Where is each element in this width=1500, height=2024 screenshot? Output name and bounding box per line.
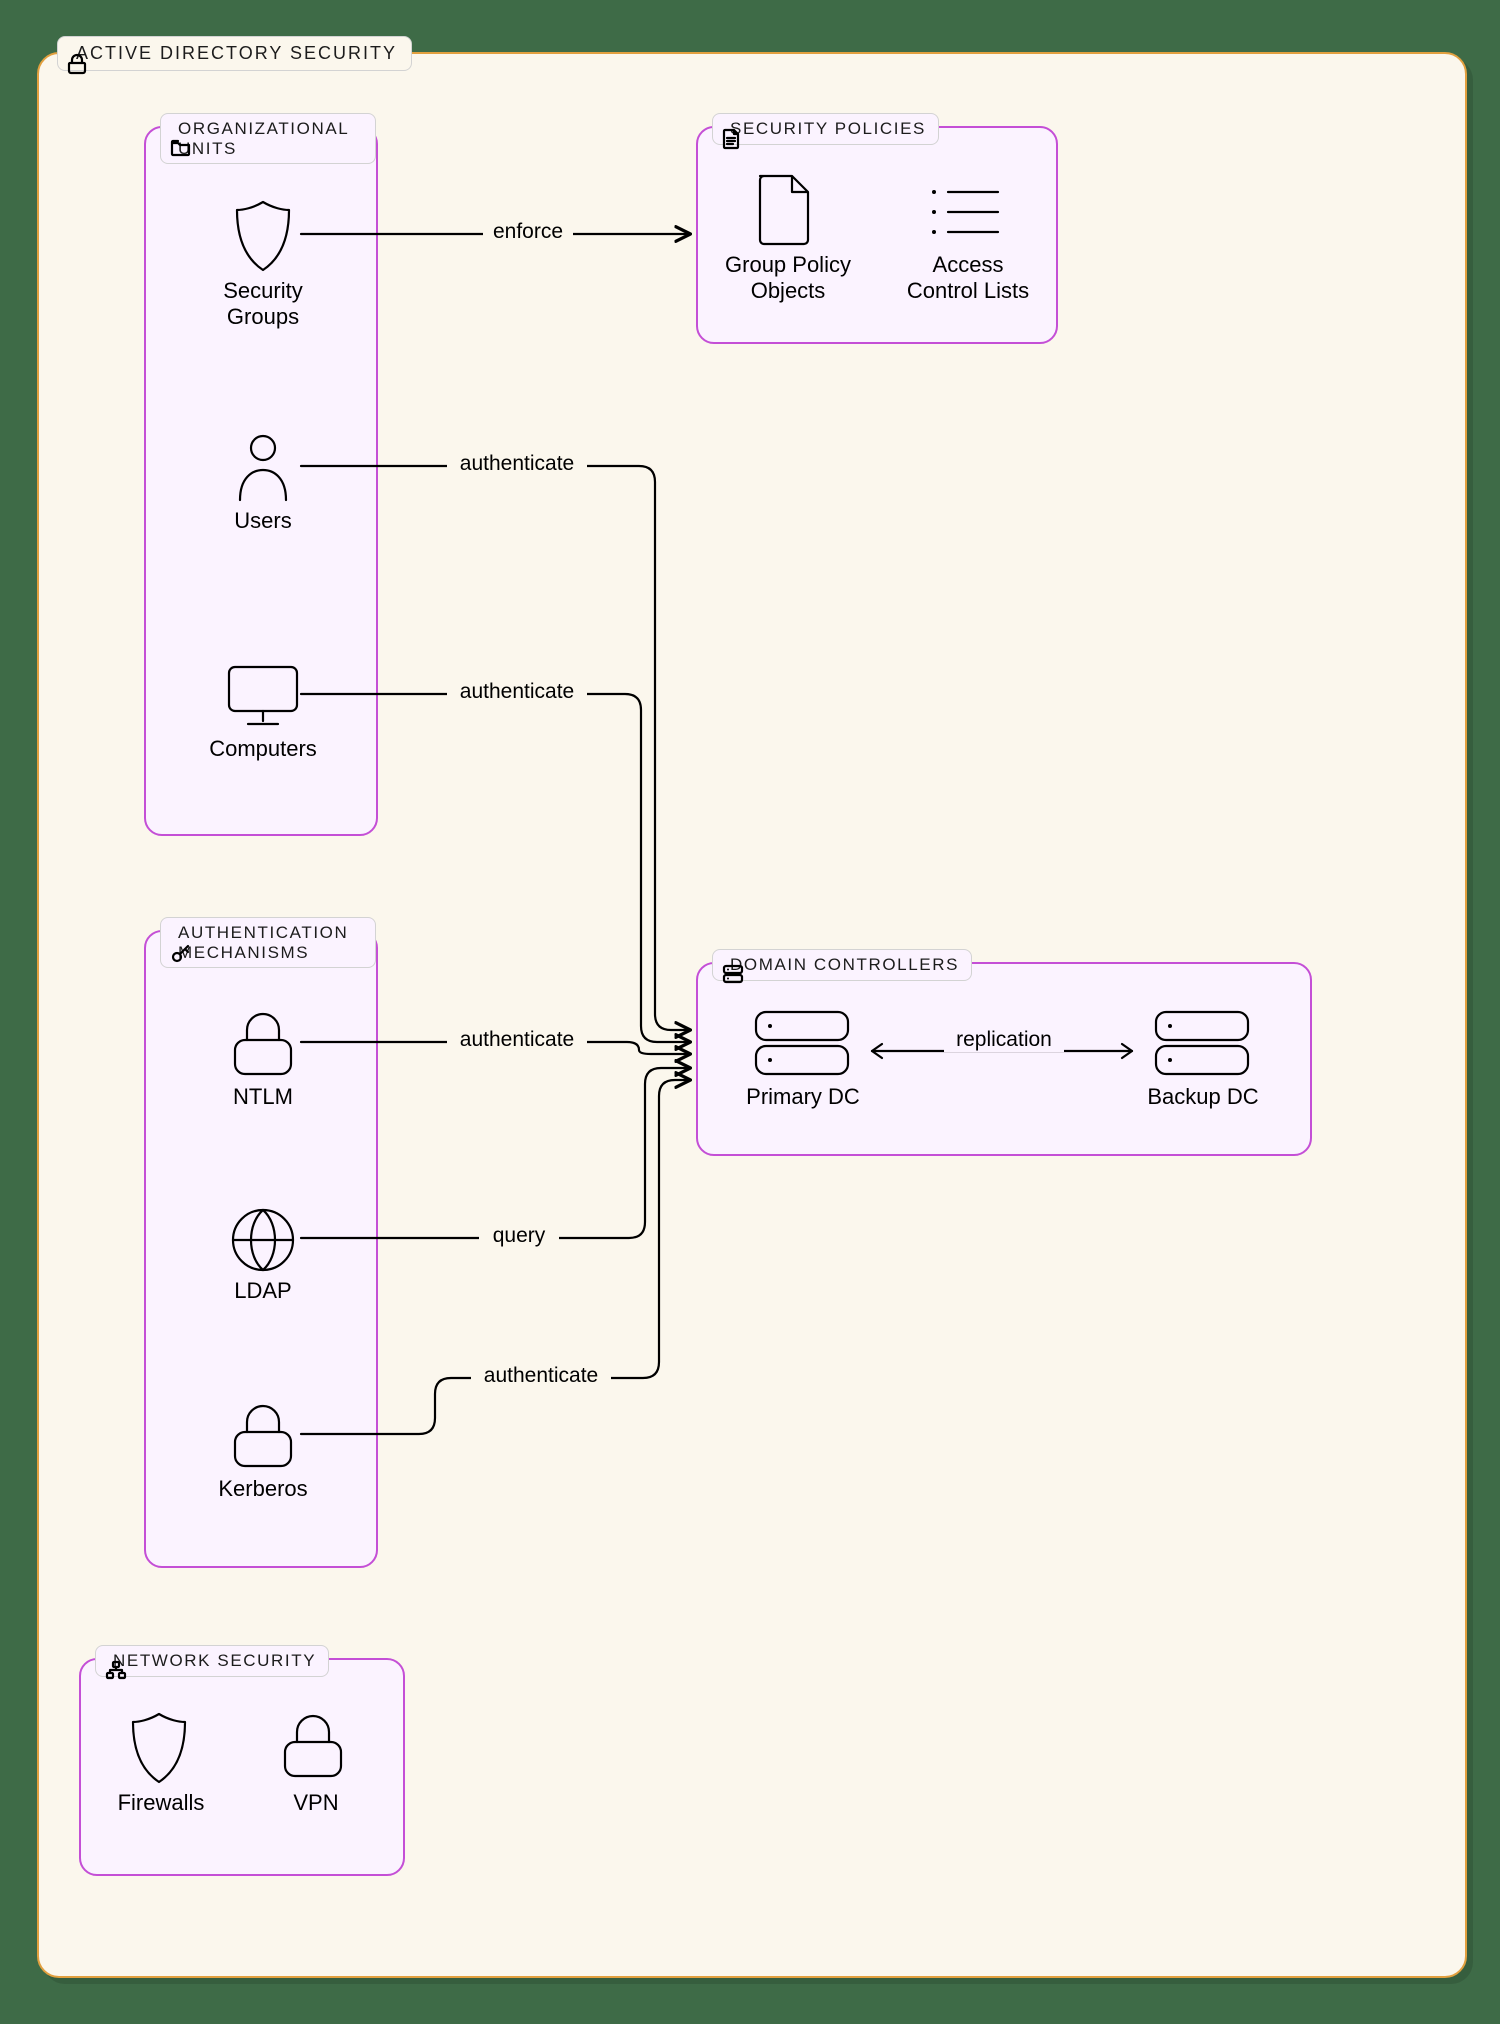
enforce-edge-label: enforce xyxy=(483,220,573,244)
auth-kerberos-edge-label: authenticate xyxy=(471,1364,611,1388)
auth-users-edge-label: authenticate xyxy=(447,452,587,476)
auth-ntlm-edge-label: authenticate xyxy=(447,1028,587,1052)
auth-computers-edge-label: authenticate xyxy=(447,680,587,704)
active-directory-security-group: ACTIVE DIRECTORY SECURITY ORGANIZATIONAL… xyxy=(37,52,1467,1978)
edge-layer xyxy=(39,54,1465,1976)
query-ldap-edge-label: query xyxy=(479,1224,559,1248)
